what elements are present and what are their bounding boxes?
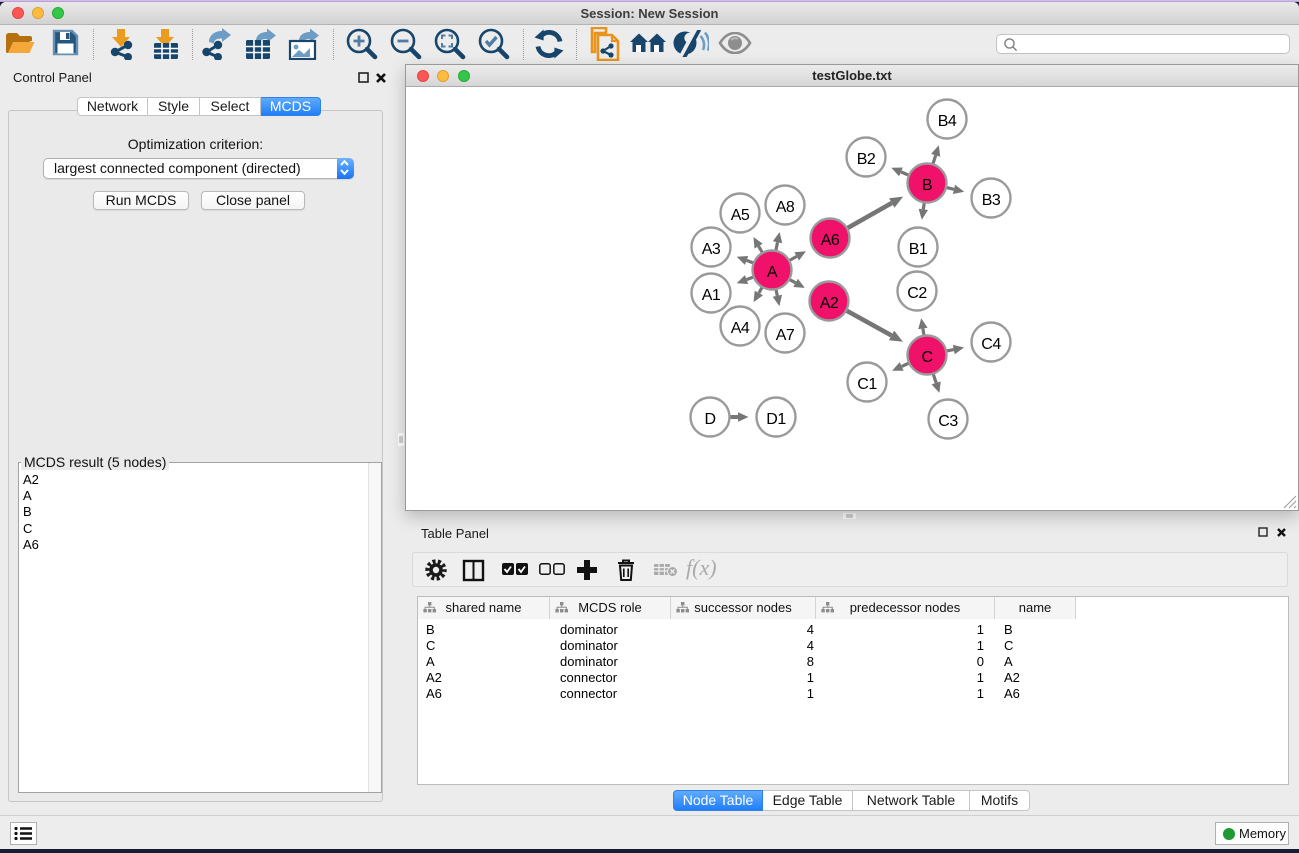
svg-text:C1: C1 (857, 376, 877, 393)
svg-text:A: A (767, 264, 778, 281)
svg-text:C: C (921, 349, 932, 366)
svg-text:C3: C3 (938, 413, 958, 430)
svg-text:B2: B2 (857, 151, 876, 168)
svg-text:A8: A8 (776, 199, 795, 216)
svg-text:A7: A7 (776, 327, 795, 344)
svg-text:A3: A3 (702, 241, 721, 258)
svg-text:B: B (922, 177, 932, 194)
svg-text:A1: A1 (702, 287, 721, 304)
svg-text:D: D (704, 411, 715, 428)
svg-text:C4: C4 (981, 336, 1001, 353)
svg-text:A2: A2 (820, 295, 839, 312)
svg-text:A4: A4 (731, 320, 750, 337)
svg-text:B3: B3 (982, 192, 1001, 209)
svg-text:A5: A5 (731, 207, 750, 224)
svg-text:D1: D1 (766, 411, 786, 428)
svg-text:C2: C2 (907, 285, 927, 302)
svg-text:B1: B1 (909, 241, 928, 258)
svg-text:A6: A6 (821, 232, 840, 249)
svg-text:B4: B4 (938, 113, 957, 130)
